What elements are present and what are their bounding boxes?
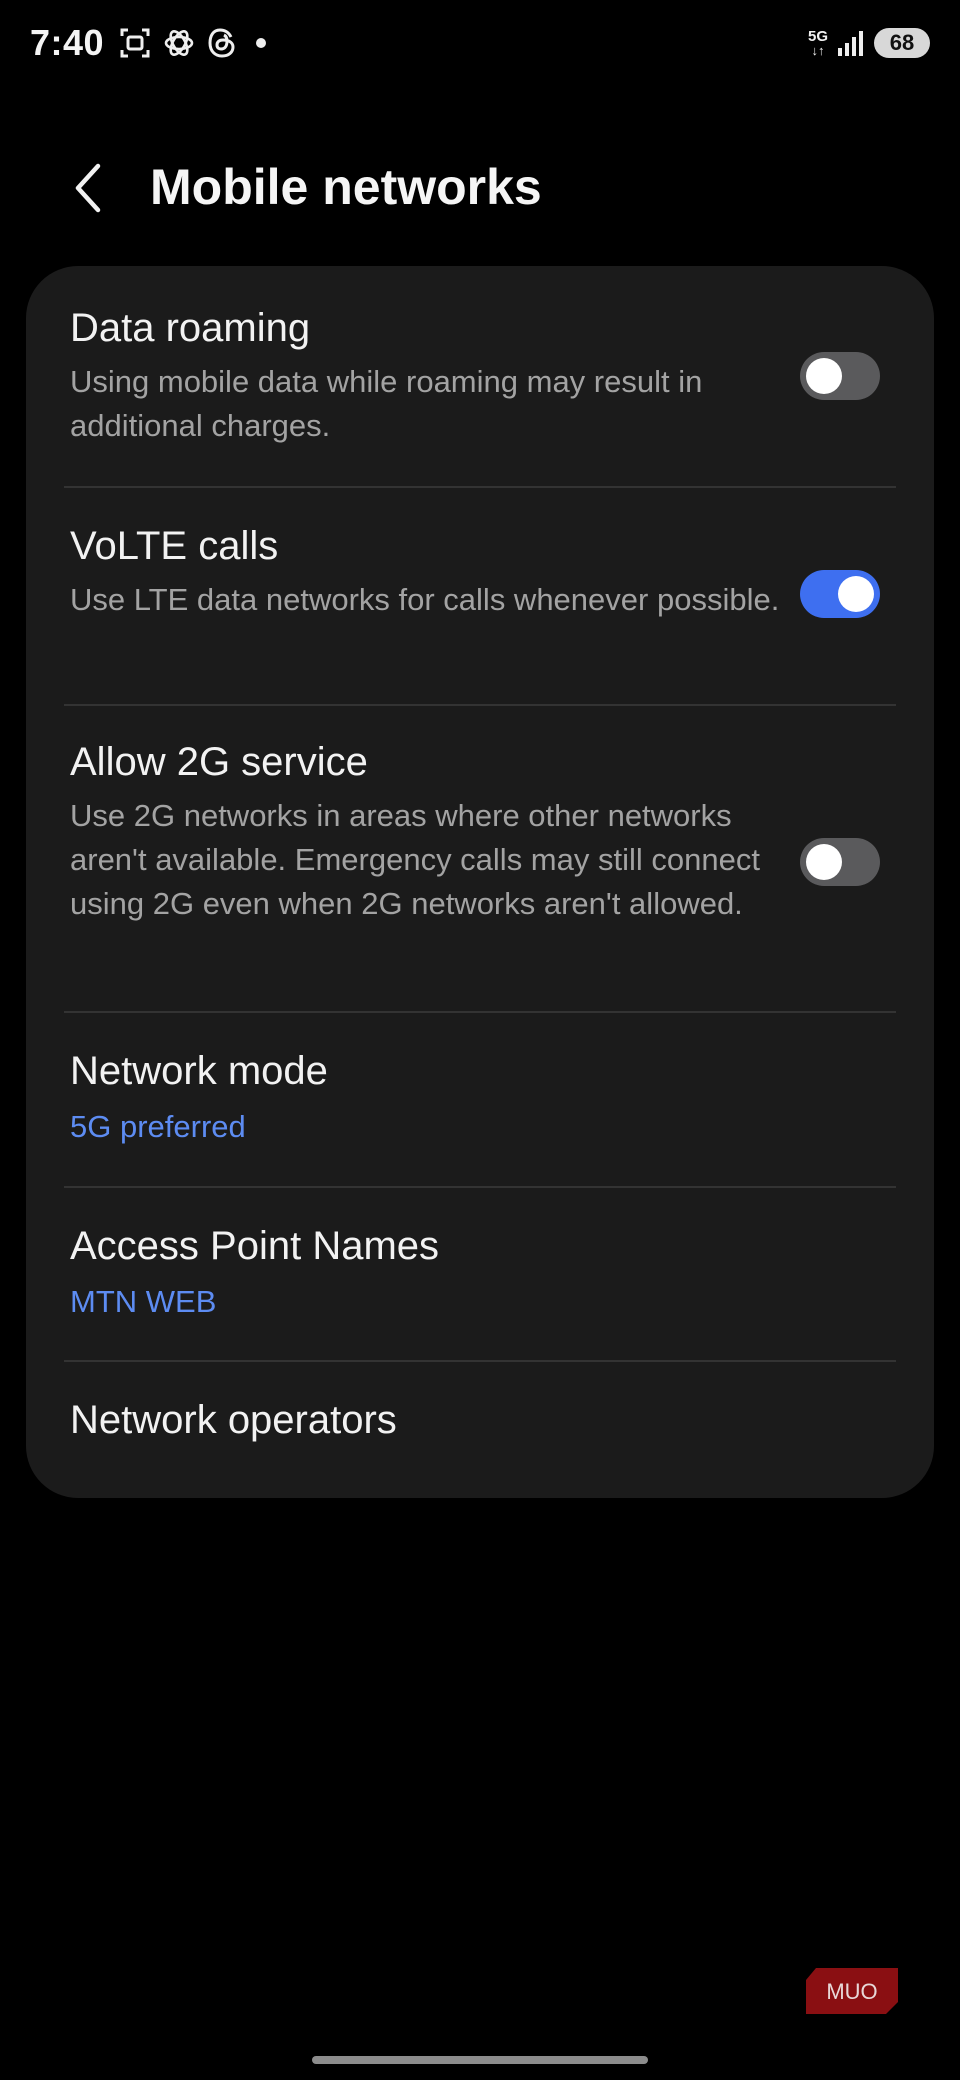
toggle-knob — [806, 844, 842, 880]
setting-network-mode[interactable]: Network mode 5G preferred — [26, 1013, 934, 1186]
page-title: Mobile networks — [150, 159, 542, 215]
chevron-left-icon — [75, 163, 101, 213]
toggle-knob — [838, 576, 874, 612]
status-icons-left — [118, 26, 274, 60]
settings-card: Data roaming Using mobile data while roa… — [26, 266, 934, 1498]
setting-data-roaming-title: Data roaming — [70, 306, 311, 350]
status-icons-right: 5G ↓↑ 68 — [808, 28, 930, 58]
toggle-knob — [806, 358, 842, 394]
setting-allow-2g-title: Allow 2G service — [70, 740, 368, 784]
setting-access-point-names-title: Access Point Names — [70, 1224, 440, 1268]
header: Mobile networks — [0, 140, 960, 240]
threads-icon — [208, 28, 235, 58]
notification-dot-icon — [256, 38, 266, 48]
setting-allow-2g-description: Use 2G networks in areas where other net… — [70, 798, 760, 921]
setting-network-mode-value: 5G preferred — [70, 1109, 246, 1144]
setting-volte-calls-description: Use LTE data networks for calls whenever… — [70, 582, 780, 617]
data-roaming-toggle[interactable] — [800, 352, 880, 400]
watermark-text: MUO — [826, 1979, 877, 2004]
setting-network-mode-title: Network mode — [70, 1049, 328, 1093]
allow-2g-toggle[interactable] — [800, 838, 880, 886]
setting-allow-2g[interactable]: Allow 2G service Use 2G networks in area… — [26, 706, 934, 1012]
chatgpt-icon — [164, 30, 194, 56]
data-activity-arrows: ↓↑ — [811, 43, 825, 58]
back-button[interactable] — [60, 160, 116, 216]
battery-level: 68 — [889, 30, 915, 55]
setting-volte-calls[interactable]: VoLTE calls Use LTE data networks for ca… — [26, 488, 934, 706]
home-indicator[interactable] — [312, 2056, 648, 2064]
signal-icon — [838, 31, 863, 56]
network-type-label: 5G — [807, 28, 828, 45]
setting-network-operators-title: Network operators — [70, 1398, 397, 1442]
setting-data-roaming-description: Using mobile data while roaming may resu… — [70, 364, 703, 443]
setting-access-point-names-value: MTN WEB — [70, 1284, 217, 1319]
setting-network-operators[interactable]: Network operators — [26, 1362, 934, 1498]
setting-volte-calls-title: VoLTE calls — [70, 524, 279, 568]
volte-calls-toggle[interactable] — [800, 570, 880, 618]
muo-watermark-logo: MUO — [806, 1968, 898, 2014]
network-type-indicator: 5G ↓↑ — [808, 29, 828, 57]
battery-indicator: 68 — [874, 28, 930, 58]
setting-access-point-names[interactable]: Access Point Names MTN WEB — [26, 1188, 934, 1360]
setting-data-roaming[interactable]: Data roaming Using mobile data while roa… — [26, 266, 934, 486]
status-time: 7:40 — [30, 22, 105, 63]
screenshot-icon — [120, 28, 150, 58]
status-bar: 7:40 5G ↓↑ 68 — [0, 0, 960, 90]
